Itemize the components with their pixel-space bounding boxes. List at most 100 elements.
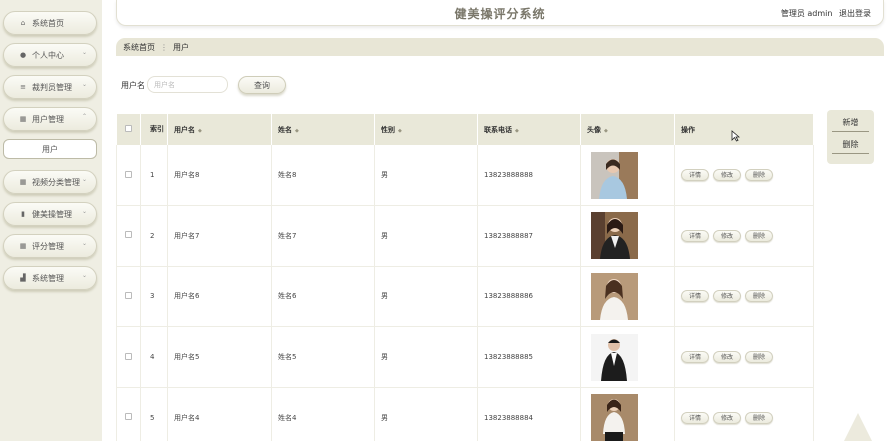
sidebar-subitem-label: 用户 bbox=[42, 144, 58, 154]
username-cell: 用户名6 bbox=[167, 266, 272, 328]
avatar-photo bbox=[591, 272, 638, 320]
column-header-label: 头像 bbox=[587, 125, 601, 134]
edit-button[interactable]: 修改 bbox=[713, 351, 741, 364]
avatar-cell bbox=[580, 326, 675, 388]
sort-icon: ◆ bbox=[198, 127, 202, 134]
name-cell: 姓名8 bbox=[271, 145, 375, 207]
username-search-input[interactable] bbox=[147, 76, 228, 93]
table-row: 3 用户名6 姓名6 男 13823888886 详情 修改 删除 bbox=[116, 266, 814, 328]
sidebar-item-video-category[interactable]: ▦ 视频分类管理 ⌄ bbox=[3, 170, 97, 194]
search-label: 用户名 bbox=[121, 81, 145, 90]
delete-button[interactable]: 删除 bbox=[745, 169, 773, 182]
index-cell: 5 bbox=[140, 387, 168, 441]
sidebar-item-referee-management[interactable]: ≡ 裁判员管理 ⌄ bbox=[3, 75, 97, 99]
clipboard-icon: ▮ bbox=[21, 210, 25, 218]
table-row: 4 用户名5 姓名5 男 13823888885 详情 修改 删除 bbox=[116, 326, 814, 388]
bar-chart-icon: ▟ bbox=[20, 274, 26, 282]
column-header-label: 用户名 bbox=[174, 125, 195, 134]
select-all-checkbox[interactable] bbox=[124, 125, 132, 132]
select-all-header bbox=[116, 114, 141, 145]
chevron-up-icon: ⌃ bbox=[81, 113, 87, 120]
delete-button[interactable]: 删除 bbox=[745, 351, 773, 364]
row-checkbox[interactable] bbox=[125, 291, 132, 299]
grid-icon: ▦ bbox=[19, 115, 27, 123]
sidebar-item-personal-center[interactable]: ● 个人中心 ⌄ bbox=[3, 43, 97, 67]
grid-icon: ▦ bbox=[19, 242, 27, 250]
gender-cell: 男 bbox=[374, 387, 478, 441]
column-header-index: 索引 bbox=[140, 114, 168, 145]
column-header-label: 性别 bbox=[381, 125, 395, 134]
avatar-photo bbox=[591, 394, 638, 441]
row-checkbox[interactable] bbox=[125, 352, 132, 360]
actions-cell: 详情 修改 删除 bbox=[674, 145, 814, 207]
detail-button[interactable]: 详情 bbox=[681, 229, 709, 242]
column-header-name[interactable]: 姓名 ◆ bbox=[271, 114, 375, 145]
user-info: 管理员 admin 退出登录 bbox=[781, 8, 871, 19]
gender-cell: 男 bbox=[374, 266, 478, 328]
breadcrumb: 系统首页 ⋮ 用户 bbox=[116, 38, 884, 56]
row-checkbox[interactable] bbox=[125, 231, 132, 239]
chevron-down-icon: ⌄ bbox=[81, 240, 87, 247]
action-panel: 新增 删除 bbox=[827, 110, 874, 164]
sidebar-item-label: 系统首页 bbox=[32, 18, 64, 28]
decorative-triangle-icon bbox=[844, 413, 872, 441]
sort-icon: ◆ bbox=[604, 127, 608, 134]
search-button[interactable]: 查询 bbox=[238, 76, 286, 94]
user-label: 管理员 admin bbox=[780, 9, 833, 18]
sidebar: ⌂ 系统首页 ● 个人中心 ⌄ ≡ 裁判员管理 ⌄ ▦ 用户管理 ⌃ 用户 ▦ … bbox=[0, 0, 102, 441]
top-header: 健美操评分系统 管理员 admin 退出登录 bbox=[116, 0, 884, 26]
edit-button[interactable]: 修改 bbox=[713, 290, 741, 303]
username-cell: 用户名8 bbox=[167, 145, 272, 207]
detail-button[interactable]: 详情 bbox=[681, 411, 709, 424]
add-button[interactable]: 新增 bbox=[832, 114, 869, 132]
name-cell: 姓名7 bbox=[271, 205, 375, 267]
delete-button[interactable]: 删除 bbox=[745, 411, 773, 424]
sidebar-item-score-management[interactable]: ▦ 评分管理 ⌄ bbox=[3, 234, 97, 258]
table-row: 5 用户名4 姓名4 男 13823888884 详情 修改 删除 bbox=[116, 387, 814, 441]
person-icon: ● bbox=[19, 51, 27, 59]
row-checkbox[interactable] bbox=[125, 170, 132, 178]
avatar-cell bbox=[580, 145, 675, 207]
avatar-cell bbox=[580, 266, 675, 328]
actions-cell: 详情 修改 删除 bbox=[674, 387, 814, 441]
avatar-photo bbox=[591, 333, 638, 381]
breadcrumb-home[interactable]: 系统首页 bbox=[123, 42, 155, 53]
sidebar-item-label: 视频分类管理 bbox=[32, 177, 80, 187]
edit-button[interactable]: 修改 bbox=[713, 229, 741, 242]
detail-button[interactable]: 详情 bbox=[681, 169, 709, 182]
edit-button[interactable]: 修改 bbox=[713, 169, 741, 182]
delete-button[interactable]: 删除 bbox=[745, 290, 773, 303]
detail-button[interactable]: 详情 bbox=[681, 351, 709, 364]
gender-cell: 男 bbox=[374, 145, 478, 207]
logout-link[interactable]: 退出登录 bbox=[839, 9, 871, 18]
row-checkbox[interactable] bbox=[125, 413, 132, 421]
delete-button[interactable]: 删除 bbox=[745, 229, 773, 242]
breadcrumb-current: 用户 bbox=[173, 42, 189, 52]
detail-button[interactable]: 详情 bbox=[681, 290, 709, 303]
list-icon: ≡ bbox=[20, 83, 26, 91]
edit-button[interactable]: 修改 bbox=[713, 411, 741, 424]
batch-delete-button[interactable]: 删除 bbox=[832, 136, 869, 154]
column-header-gender[interactable]: 性别 ◆ bbox=[374, 114, 478, 145]
sidebar-item-aerobics-management[interactable]: ▮ 健美操管理 ⌄ bbox=[3, 202, 97, 226]
sidebar-item-user-management[interactable]: ▦ 用户管理 ⌃ bbox=[3, 107, 97, 131]
gender-cell: 男 bbox=[374, 205, 478, 267]
phone-cell: 13823888885 bbox=[477, 326, 581, 388]
table-header-row: 索引 用户名 ◆ 姓名 ◆ 性别 ◆ 联系电话 ◆ 头像 ◆ 操作 bbox=[116, 114, 814, 145]
name-cell: 姓名6 bbox=[271, 266, 375, 328]
row-select-cell bbox=[116, 387, 141, 441]
chevron-down-icon: ⌄ bbox=[81, 176, 87, 183]
breadcrumb-separator: ⋮ bbox=[160, 42, 168, 52]
column-header-phone[interactable]: 联系电话 ◆ bbox=[477, 114, 581, 145]
username-cell: 用户名5 bbox=[167, 326, 272, 388]
phone-cell: 13823888884 bbox=[477, 387, 581, 441]
column-header-avatar[interactable]: 头像 ◆ bbox=[580, 114, 675, 145]
sort-icon: ◆ bbox=[398, 127, 402, 134]
grid-icon: ▦ bbox=[19, 178, 27, 186]
column-header-username[interactable]: 用户名 ◆ bbox=[167, 114, 272, 145]
sidebar-item-home[interactable]: ⌂ 系统首页 bbox=[3, 11, 97, 35]
sidebar-subitem-user[interactable]: 用户 bbox=[3, 139, 97, 159]
sidebar-item-system-management[interactable]: ▟ 系统管理 ⌄ bbox=[3, 266, 97, 290]
index-cell: 3 bbox=[140, 266, 168, 328]
gender-cell: 男 bbox=[374, 326, 478, 388]
